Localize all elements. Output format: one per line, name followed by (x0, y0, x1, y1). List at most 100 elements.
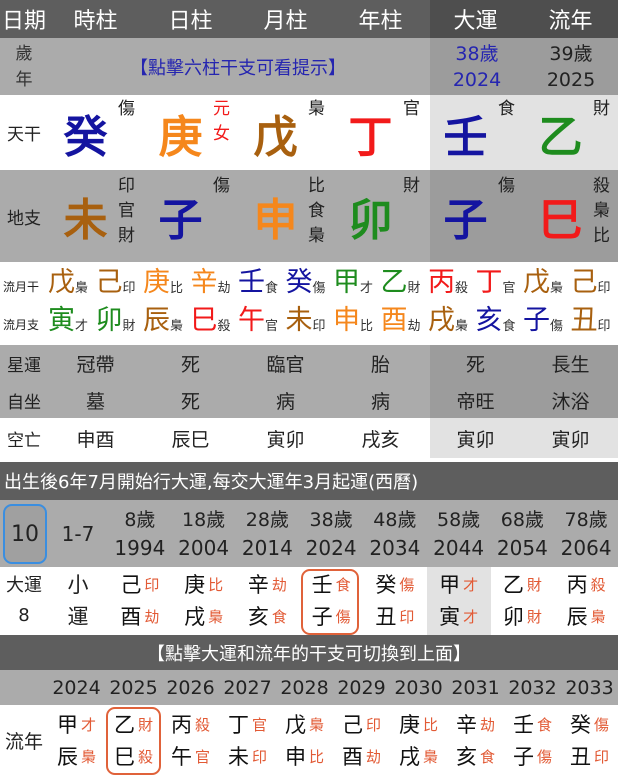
liuyue-zhi-item[interactable]: 酉劫 (381, 306, 421, 336)
liunian-pillar[interactable]: 丙殺午官 (162, 705, 219, 776)
ten-god-tag: 比 (208, 576, 224, 594)
branch-cell[interactable]: 子傷 (143, 170, 238, 262)
dayun-age: 38歲 (455, 42, 499, 65)
liuyue-zhi-item[interactable]: 戌梟 (428, 306, 468, 336)
liuyue-zhi-item[interactable]: 丑印 (571, 306, 611, 336)
liuyue-gan-item[interactable]: 丙殺 (428, 268, 468, 298)
liunian-pillar[interactable]: 戊梟申比 (276, 705, 333, 776)
liuyue-zhi-item[interactable]: 辰梟 (143, 306, 183, 336)
ten-god-tag: 印 (399, 608, 415, 626)
branch-cell[interactable]: 巳殺梟比 (523, 170, 618, 262)
liuyue-gan-item[interactable]: 戊梟 (523, 268, 563, 298)
stem-char: 壬 (512, 712, 534, 737)
liuyue-char: 丙 (428, 267, 455, 298)
stem-cell[interactable]: 乙財 (523, 95, 618, 170)
liunian-year: 2028 (280, 676, 329, 699)
liuyue-tag: 傷 (550, 319, 564, 334)
liuyue-char: 丁 (475, 267, 503, 298)
liuyue-char: 癸 (285, 267, 313, 298)
ten-god-tag: 財 (593, 99, 610, 119)
liuyue-zhi-item[interactable]: 亥食 (476, 306, 516, 336)
liuyue-gan-label: 流月干 (3, 280, 40, 294)
dayun-pillar[interactable]: 癸傷丑印 (363, 567, 427, 635)
ten-god-tag: 官 (194, 747, 210, 766)
liuyue-char: 戌 (428, 305, 455, 336)
stem-cell[interactable]: 壬食 (428, 95, 523, 170)
branch-char: 卯 (502, 605, 524, 629)
stem-char: 丙 (170, 712, 192, 737)
liuyue-gan-item[interactable]: 丁官 (476, 268, 516, 298)
stem-cell[interactable]: 庚元女 (143, 95, 238, 170)
stem-char: 癸 (569, 712, 591, 737)
liunian-pillar[interactable]: 庚比戌梟 (390, 705, 447, 776)
liuyue-gan-item[interactable]: 癸傷 (286, 268, 326, 298)
dayun-pillar[interactable]: 辛劫亥食 (236, 567, 300, 635)
dayun-year: 2014 (241, 535, 293, 560)
liuyue-tag: 才 (360, 281, 374, 296)
dayun-age: 58歲 (437, 508, 481, 531)
pillar-hint[interactable]: 【點擊六柱干支可看提示】 (48, 38, 428, 95)
branch-cell[interactable]: 未印官財 (48, 170, 143, 262)
ten-god-tag: 傷 (399, 576, 415, 594)
dayun-column-header: 58歲 2044 (427, 500, 491, 567)
ten-god-tag: 印 (118, 176, 135, 196)
stem-char: 己 (341, 712, 363, 737)
liuyue-zhi-item[interactable]: 巳殺 (191, 306, 231, 336)
dayun-pillar[interactable]: 乙財卯財 (491, 567, 555, 635)
dayun-column-header: 48歲 2034 (363, 500, 427, 567)
liunian-pillar[interactable]: 己印酉劫 (333, 705, 390, 776)
dayun-pillar[interactable]: 甲才寅才 (427, 567, 491, 635)
liuyue-gan-item[interactable]: 己印 (571, 268, 611, 298)
zizuo-value: 病 (275, 390, 295, 413)
liunian-pillar[interactable]: 壬食子傷 (504, 705, 561, 776)
liuyue-gan-item[interactable]: 甲才 (333, 268, 373, 298)
liuyue-gan-item[interactable]: 乙財 (381, 268, 421, 298)
liuyue-tag: 印 (122, 281, 136, 296)
liuyue-zhi-item[interactable]: 未印 (286, 306, 326, 336)
dayun-pillar[interactable]: 庚比戌梟 (172, 567, 236, 635)
liuyue-tag: 梟 (75, 281, 89, 296)
branch-cell[interactable]: 子傷 (428, 170, 523, 262)
liuyue-tag: 梟 (550, 281, 564, 296)
liuyue-zhi-item[interactable]: 申比 (333, 306, 373, 336)
liuyue-zhi-item[interactable]: 子傷 (523, 306, 563, 336)
stem-char: 辛 (455, 712, 477, 737)
dayun-pillar[interactable]: 丙殺辰梟 (554, 567, 618, 635)
liuyue-gan-item[interactable]: 庚比 (143, 268, 183, 298)
liuyue-char: 子 (523, 305, 550, 336)
liunian-pillar[interactable]: 癸傷丑印 (561, 705, 618, 776)
stem-char: 乙 (502, 573, 524, 597)
liunian-banner: 【點擊大運和流年的干支可切換到上面】 (0, 635, 618, 670)
stem-cell[interactable]: 丁官 (333, 95, 428, 170)
liuyue-zhi-item[interactable]: 卯財 (96, 306, 136, 336)
branch-cell[interactable]: 申比食梟 (238, 170, 333, 262)
dayun-pillar[interactable]: 己印酉劫 (108, 567, 172, 635)
xiaoyun-cell[interactable]: 小運 (48, 567, 108, 635)
age-row: 歲年 【點擊六柱干支可看提示】 38歲 2024 39歲 2025 (0, 38, 618, 95)
dayun-count-selector[interactable]: 10 (3, 504, 47, 564)
kongwang-value: 寅卯 (456, 428, 495, 451)
stem-tags: 梟 (308, 97, 325, 122)
ten-god-tag: 財 (403, 176, 420, 196)
liuyue-char: 甲 (333, 267, 360, 298)
stem-cell[interactable]: 戊梟 (238, 95, 333, 170)
stems-row: 天干癸傷庚元女戊梟丁官壬食乙財 (0, 95, 618, 170)
ten-god-tag: 財 (526, 576, 542, 594)
liuyue-gan-item[interactable]: 己印 (96, 268, 136, 298)
liunian-pillar[interactable]: 丁官未印 (219, 705, 276, 776)
branches-row: 地支未印官財子傷申比食梟卯財子傷巳殺梟比 (0, 170, 618, 262)
liunian-pillar[interactable]: 辛劫亥食 (447, 705, 504, 776)
liuyue-zhi-item[interactable]: 午官 (238, 306, 278, 336)
liunian-year: 2025 (546, 68, 596, 91)
liuyue-gan-item[interactable]: 辛劫 (191, 268, 231, 298)
branch-cell[interactable]: 卯財 (333, 170, 428, 262)
current-dayun-highlight (301, 569, 360, 635)
liuyue-gan-item[interactable]: 戊梟 (48, 268, 88, 298)
liuyue-zhi-item[interactable]: 寅才 (48, 306, 88, 336)
ten-god-tag: 比 (593, 226, 610, 246)
branch-tags: 殺梟比 (593, 174, 610, 249)
stem-cell[interactable]: 癸傷 (48, 95, 143, 170)
liunian-pillar[interactable]: 甲才辰梟 (48, 705, 105, 776)
liuyue-tag: 劫 (217, 281, 231, 296)
liuyue-gan-item[interactable]: 壬食 (238, 268, 278, 298)
